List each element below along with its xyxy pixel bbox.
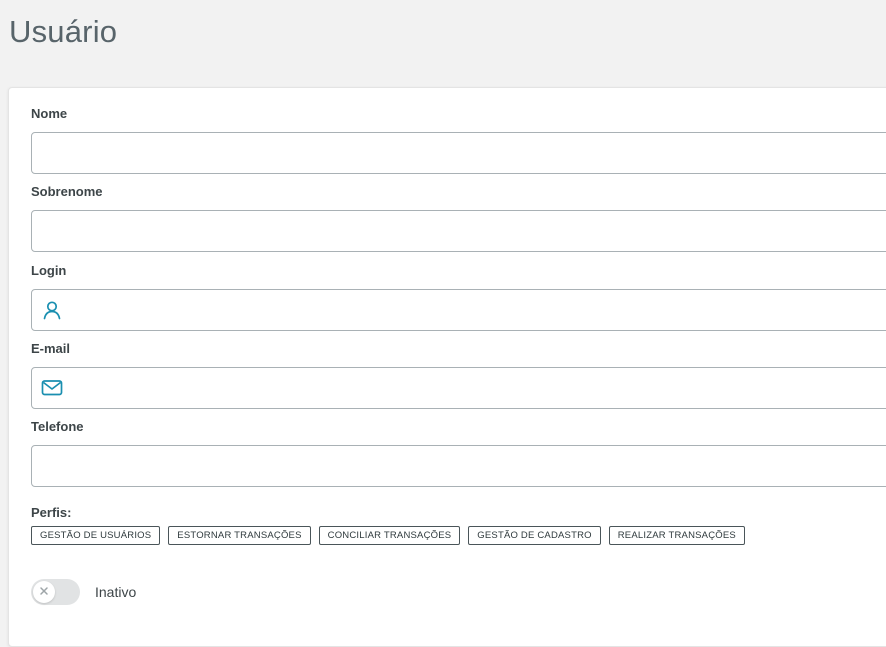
- sobrenome-label: Sobrenome: [31, 184, 103, 199]
- profile-tag-estornar-transacoes[interactable]: ESTORNAR TRANSAÇÕES: [168, 526, 311, 545]
- profile-tag-gestao-usuarios[interactable]: GESTÃO DE USUÁRIOS: [31, 526, 161, 545]
- status-toggle-row: Inativo: [31, 579, 136, 605]
- email-input[interactable]: [72, 369, 886, 407]
- toggle-knob: [33, 581, 55, 603]
- login-label: Login: [31, 263, 67, 278]
- user-icon: [32, 290, 72, 330]
- profile-tag-conciliar-transacoes[interactable]: CONCILIAR TRANSAÇÕES: [318, 526, 461, 545]
- profile-tag-gestao-cadastro[interactable]: GESTÃO DE CADASTRO: [468, 526, 601, 545]
- user-form-card: Nome Sobrenome Login E-mail Telefone Per…: [8, 87, 886, 647]
- profiles-tag-list: GESTÃO DE USUÁRIOS ESTORNAR TRANSAÇÕES C…: [31, 526, 745, 545]
- status-toggle[interactable]: [31, 579, 80, 605]
- nome-label: Nome: [31, 106, 68, 121]
- sobrenome-field-wrapper: [31, 210, 886, 252]
- nome-field-wrapper: [31, 132, 886, 174]
- login-field-wrapper: [31, 289, 886, 331]
- profile-tag-realizar-transacoes[interactable]: REALIZAR TRANSAÇÕES: [608, 526, 745, 545]
- telefone-input[interactable]: [32, 447, 886, 485]
- login-input[interactable]: [72, 291, 886, 329]
- telefone-label: Telefone: [31, 419, 84, 434]
- nome-input[interactable]: [32, 134, 886, 172]
- page-title: Usuário: [9, 14, 118, 49]
- email-field-wrapper: [31, 367, 886, 409]
- close-icon: [39, 583, 49, 601]
- status-toggle-label: Inativo: [95, 584, 137, 600]
- telefone-field-wrapper: [31, 445, 886, 487]
- email-label: E-mail: [31, 341, 71, 356]
- mail-icon: [32, 368, 72, 408]
- profiles-label: Perfis:: [31, 505, 72, 520]
- sobrenome-input[interactable]: [32, 212, 886, 250]
